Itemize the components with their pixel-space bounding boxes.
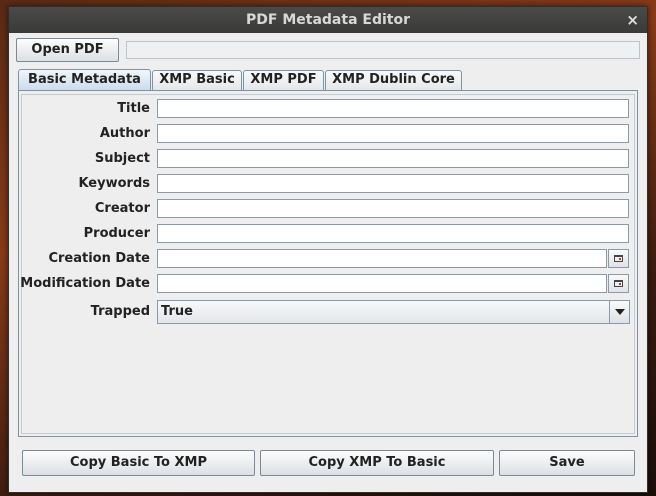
keywords-field[interactable] [157, 174, 629, 193]
creation-date-field[interactable] [157, 249, 607, 268]
author-field[interactable] [157, 124, 629, 143]
creation-date-calendar-button[interactable] [608, 249, 629, 268]
title-field[interactable] [157, 99, 629, 118]
save-button[interactable]: Save [499, 450, 635, 476]
modification-date-field[interactable] [157, 274, 607, 293]
modification-date-calendar-button[interactable] [608, 274, 629, 293]
copy-basic-to-xmp-button[interactable]: Copy Basic To XMP [22, 450, 255, 476]
file-path-field [126, 41, 640, 59]
trapped-select[interactable]: True [157, 300, 630, 324]
calendar-icon [614, 255, 623, 262]
producer-label: Producer [83, 226, 150, 241]
trapped-label: Trapped [90, 304, 150, 319]
calendar-icon [614, 280, 623, 287]
producer-field[interactable] [157, 224, 629, 243]
app-window: PDF Metadata Editor × Open PDF Basic Met… [8, 6, 648, 493]
tab-xmp-dublin-core[interactable]: XMP Dublin Core [325, 70, 462, 90]
copy-xmp-to-basic-button[interactable]: Copy XMP To Basic [260, 450, 494, 476]
window-title: PDF Metadata Editor [246, 12, 410, 28]
tab-xmp-pdf[interactable]: XMP PDF [243, 70, 324, 90]
trapped-selected-value: True [161, 304, 193, 319]
creation-date-label: Creation Date [48, 251, 150, 266]
creator-label: Creator [94, 201, 150, 216]
author-label: Author [99, 126, 150, 141]
subject-field[interactable] [157, 149, 629, 168]
title-bar: PDF Metadata Editor × [9, 7, 647, 33]
creator-field[interactable] [157, 199, 629, 218]
title-label: Title [117, 101, 150, 116]
chevron-down-icon[interactable] [609, 301, 629, 323]
subject-label: Subject [94, 151, 150, 166]
modification-date-label: Modification Date [20, 276, 150, 291]
tab-xmp-basic[interactable]: XMP Basic [152, 70, 242, 90]
tab-basic-metadata[interactable]: Basic Metadata [18, 69, 151, 91]
keywords-label: Keywords [78, 176, 150, 191]
close-icon[interactable]: × [626, 11, 639, 29]
open-pdf-button[interactable]: Open PDF [16, 38, 119, 62]
